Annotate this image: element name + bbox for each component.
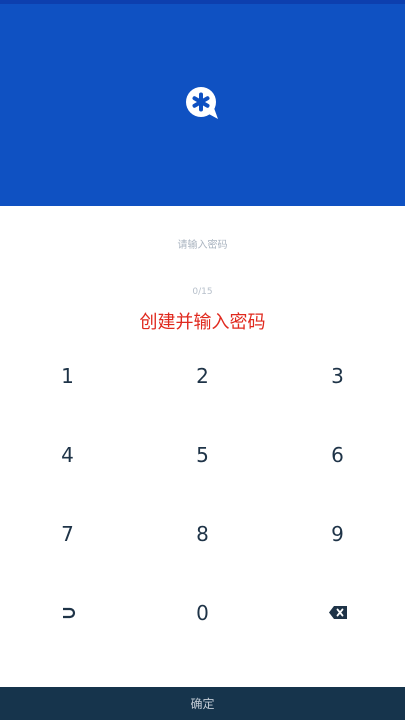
return-key[interactable] (0, 573, 135, 652)
password-hint: 请输入密码 (177, 240, 228, 251)
vault-logo-icon (185, 86, 221, 122)
key-5[interactable]: 5 (135, 415, 270, 494)
keypad-row: 1 2 3 (0, 336, 405, 415)
number-keypad: 1 2 3 4 5 6 7 8 9 0 (0, 336, 405, 652)
key-1[interactable]: 1 (0, 336, 135, 415)
keypad-row: 4 5 6 (0, 415, 405, 494)
key-9[interactable]: 9 (270, 494, 405, 573)
key-2[interactable]: 2 (135, 336, 270, 415)
create-password-title: 创建并输入密码 (139, 312, 266, 333)
keypad-row: 7 8 9 (0, 494, 405, 573)
return-icon (62, 607, 75, 618)
key-4[interactable]: 4 (0, 415, 135, 494)
key-8[interactable]: 8 (135, 494, 270, 573)
status-strip (0, 0, 405, 4)
key-3[interactable]: 3 (270, 336, 405, 415)
backspace-key[interactable] (270, 573, 405, 652)
backspace-icon (328, 606, 347, 619)
key-0[interactable]: 0 (135, 573, 270, 652)
key-6[interactable]: 6 (270, 415, 405, 494)
header-banner (0, 0, 405, 206)
keypad-row: 0 (0, 573, 405, 652)
key-7[interactable]: 7 (0, 494, 135, 573)
confirm-button[interactable]: 确定 (0, 687, 405, 720)
password-length-counter: 0/15 (192, 287, 213, 297)
